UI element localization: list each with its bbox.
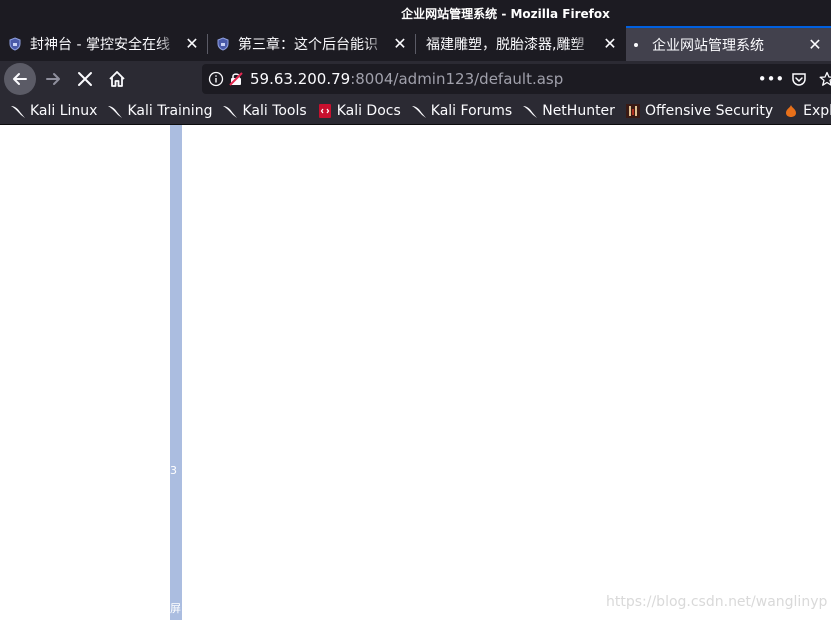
- kali-dragon-icon: [223, 105, 238, 118]
- bookmark-label: Kali Linux: [30, 102, 98, 119]
- tab-title: 封神台 - 掌控安全在线: [30, 36, 170, 53]
- kali-dragon-icon: [411, 105, 426, 118]
- stop-x-icon: [78, 72, 92, 86]
- kali-docs-icon: [318, 103, 331, 118]
- page-content: 3 屏 https://blog.csdn.net/wanglinyp: [0, 125, 831, 620]
- close-icon[interactable]: ✕: [803, 33, 827, 57]
- bookmark-label: Offensive Security: [644, 102, 774, 119]
- back-button[interactable]: [4, 63, 36, 95]
- browser-window: 企业网站管理系统 - Mozilla Firefox 封神台 - 掌控安全在线 …: [0, 0, 831, 620]
- url-bar[interactable]: 59.63.200.79 :8004/admin123/default.asp …: [202, 64, 831, 94]
- bookmark-label: NetHunter: [542, 102, 615, 119]
- tab-title: 企业网站管理系统: [652, 37, 764, 54]
- bookmark-offensive-security[interactable]: Offensive Security: [625, 103, 773, 119]
- forward-button[interactable]: [38, 64, 68, 94]
- bookmark-label: Kali Docs: [336, 102, 401, 119]
- close-icon[interactable]: ✕: [598, 32, 622, 56]
- bookmark-label: Kali Forums: [430, 102, 513, 119]
- insecure-lock-icon[interactable]: [228, 71, 244, 87]
- bookmark-label: Exploit-DB: [803, 102, 831, 119]
- star-shape: [819, 71, 831, 86]
- bookmark-kali-tools[interactable]: Kali Tools: [222, 102, 307, 119]
- stop-button[interactable]: [70, 64, 100, 94]
- close-icon[interactable]: ✕: [388, 32, 412, 56]
- tab-fengshentai[interactable]: 封神台 - 掌控安全在线 ✕: [0, 26, 208, 61]
- url-path: :8004/admin123/default.asp: [350, 70, 564, 88]
- bookmarks-toolbar: Kali Linux Kali Training Kali Tools Kali…: [0, 97, 831, 125]
- bookmark-kali-training[interactable]: Kali Training: [107, 103, 212, 119]
- tab-active-site-admin[interactable]: 企业网站管理系统 ✕: [626, 26, 831, 61]
- tab-title: 福建雕塑，脱胎漆器,雕塑: [426, 36, 585, 53]
- arrow-right-icon: [46, 73, 60, 85]
- close-icon[interactable]: ✕: [180, 32, 204, 56]
- title-bar: 企业网站管理系统 - Mozilla Firefox: [0, 0, 831, 26]
- url-bar-actions: •••: [757, 65, 831, 93]
- bookmark-label: Kali Training: [127, 102, 213, 119]
- url-host: 59.63.200.79: [250, 70, 351, 88]
- kali-dragon-icon: [108, 105, 123, 118]
- strip-char-label: 屏: [170, 602, 181, 615]
- bookmark-exploit-db[interactable]: Exploit-DB: [783, 103, 831, 119]
- loading-dot-icon: [634, 42, 638, 47]
- pocket-icon[interactable]: [785, 65, 813, 93]
- tab-chapter-three[interactable]: 第三章：这个后台能识 ✕: [208, 26, 416, 61]
- kali-dragon-icon: [523, 105, 538, 118]
- home-icon: [109, 71, 125, 87]
- page-actions-icon[interactable]: •••: [757, 65, 785, 93]
- bookmark-star-icon[interactable]: [813, 65, 831, 93]
- tab-strip: 封神台 - 掌控安全在线 ✕ 第三章：这个后台能识 ✕ 福建雕塑，脱胎漆器,雕塑…: [0, 26, 831, 61]
- kali-dragon-icon: [11, 105, 25, 118]
- bookmark-label: Kali Tools: [242, 102, 307, 119]
- shield-icon: [217, 36, 229, 51]
- bookmark-nethunter[interactable]: NetHunter: [522, 103, 615, 119]
- watermark-text: https://blog.csdn.net/wanglinyp: [606, 594, 828, 610]
- bookmark-kali-docs[interactable]: Kali Docs: [317, 103, 401, 119]
- info-icon[interactable]: [208, 71, 224, 87]
- nav-toolbar: 59.63.200.79 :8004/admin123/default.asp …: [0, 61, 831, 97]
- arrow-left-icon: [13, 73, 27, 85]
- shield-icon: [9, 36, 21, 51]
- offsec-icon: [625, 103, 640, 118]
- bookmark-kali-linux[interactable]: Kali Linux: [10, 103, 97, 119]
- window-title: 企业网站管理系统 - Mozilla Firefox: [401, 6, 610, 21]
- tab-fujian-sculpture[interactable]: 福建雕塑，脱胎漆器,雕塑 ✕: [416, 26, 626, 61]
- bookmark-kali-forums[interactable]: Kali Forums: [411, 103, 512, 119]
- tab-title: 第三章：这个后台能识: [238, 36, 378, 53]
- exploitdb-icon: [786, 104, 797, 117]
- pocket-shape: [792, 73, 806, 86]
- strip-number-label: 3: [170, 464, 177, 477]
- frame-divider-strip[interactable]: [170, 125, 182, 620]
- home-button[interactable]: [102, 64, 132, 94]
